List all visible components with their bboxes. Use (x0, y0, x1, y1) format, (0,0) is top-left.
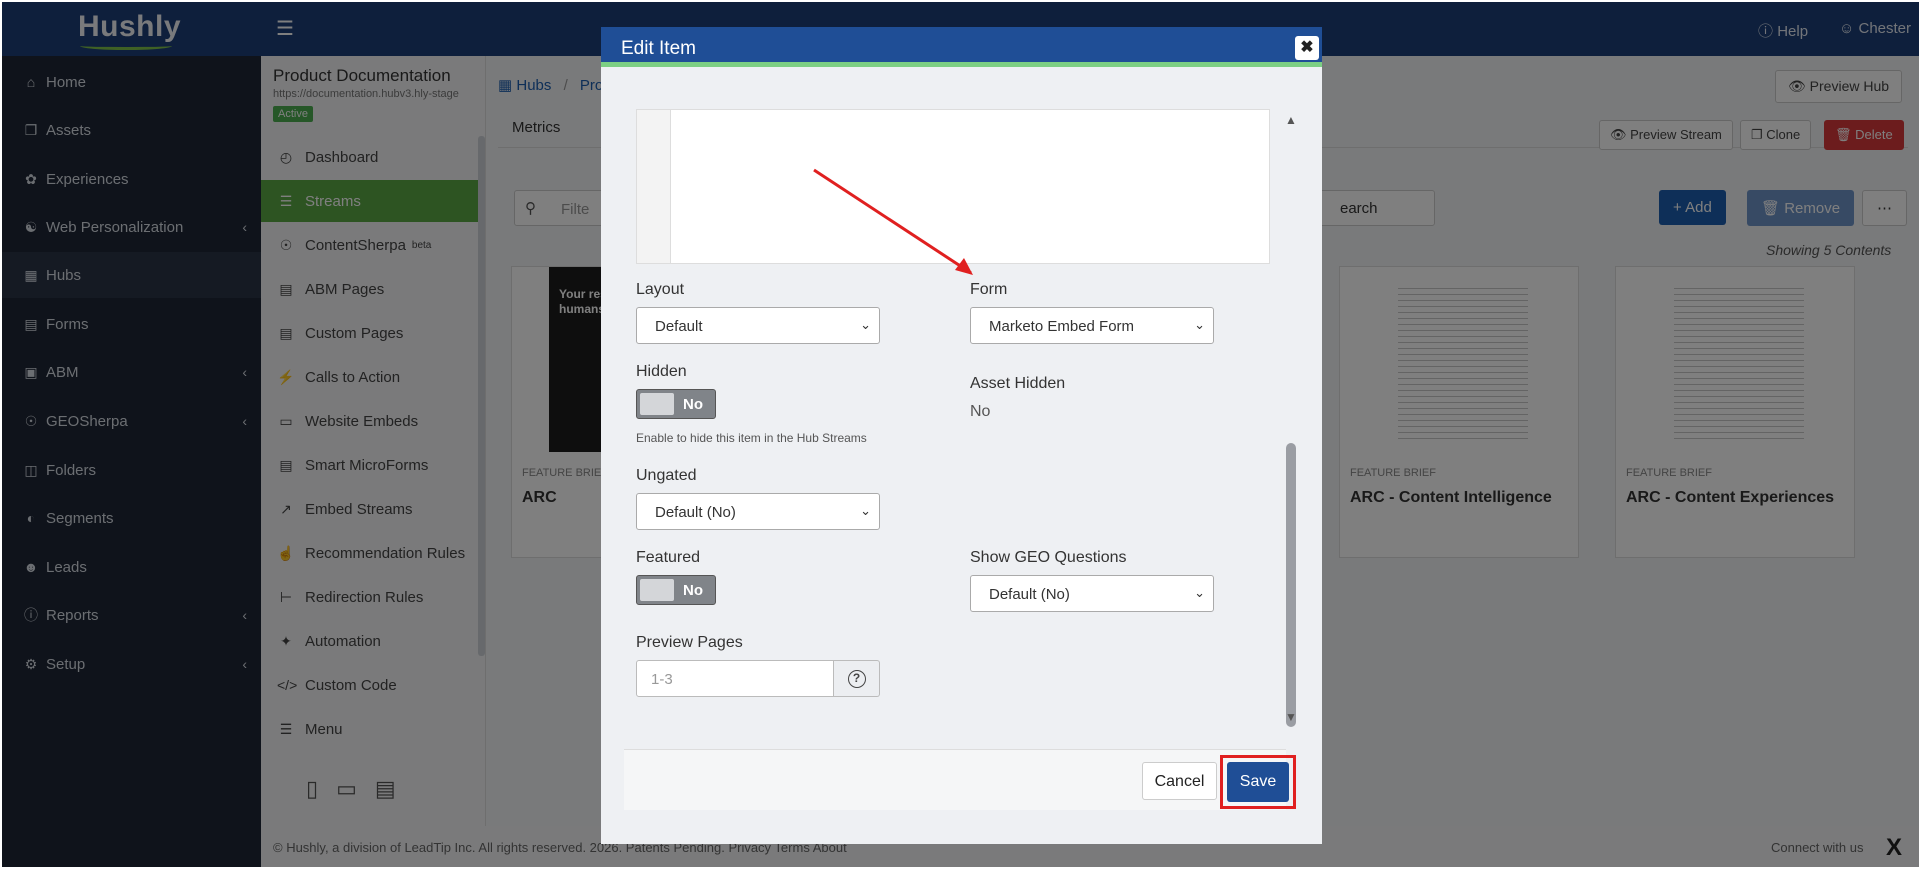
edit-item-modal: Edit Item ✖ ▲ ▼ Layout Default ⌄ Form Mar… (601, 27, 1322, 844)
annotation-arrow (813, 168, 973, 275)
app-frame: Hushly ☰ ⓘ Help ☺ Chester ⌂Home ❐Assets … (2, 2, 1919, 867)
